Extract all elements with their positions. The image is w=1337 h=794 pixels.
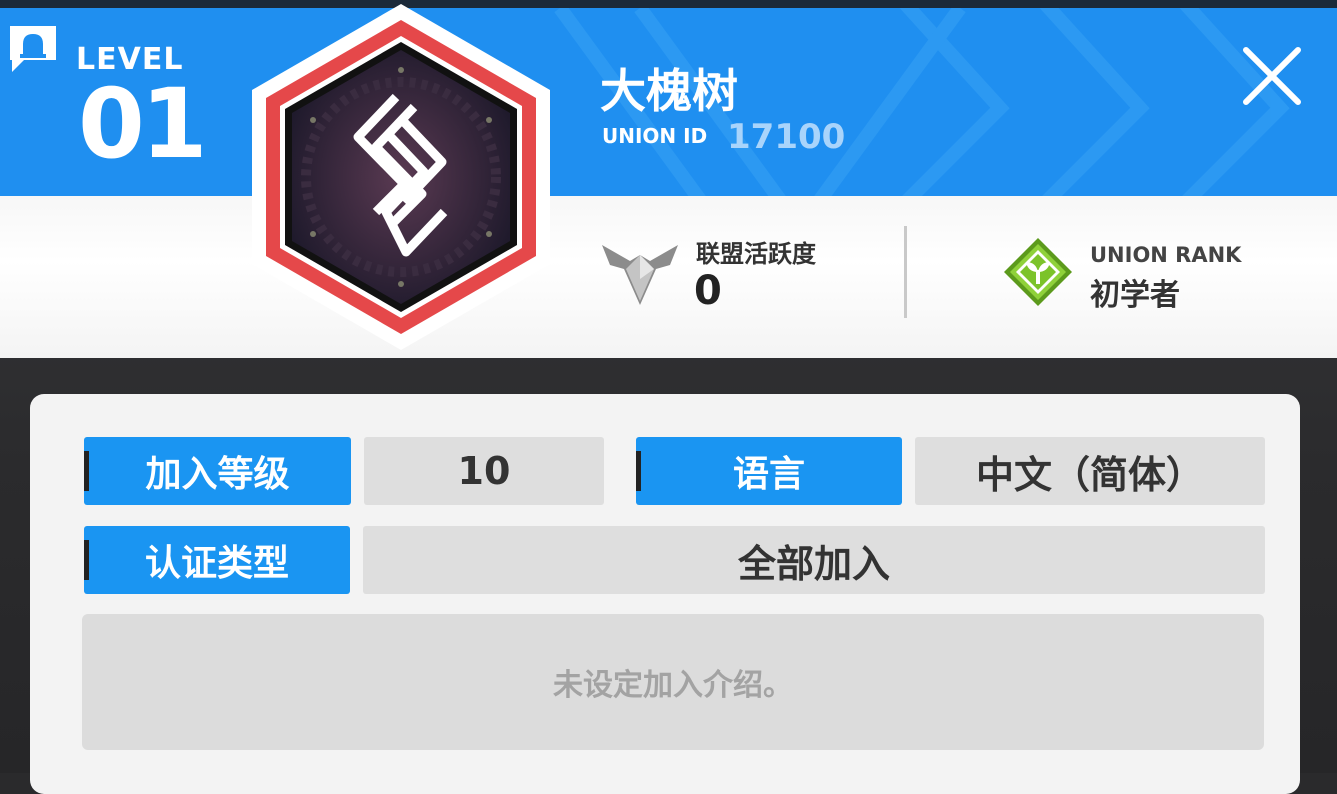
- union-id-label: UNION ID: [602, 124, 708, 148]
- notice-icon[interactable]: [8, 24, 58, 74]
- language-value: 中文（简体）: [915, 437, 1265, 505]
- activity-wings-icon: [602, 245, 678, 305]
- union-rank-label: UNION RANK: [1090, 243, 1242, 267]
- rank-sprout-icon: [1004, 238, 1072, 306]
- activity-value: 0: [694, 268, 722, 314]
- language-label: 语言: [636, 437, 902, 505]
- stats-divider: [904, 226, 907, 318]
- union-rank-value: 初学者: [1090, 278, 1180, 313]
- join-level-label: 加入等级: [84, 437, 351, 505]
- auth-type-label: 认证类型: [84, 526, 350, 594]
- join-intro-text: 未设定加入介绍。: [82, 614, 1264, 750]
- auth-type-value: 全部加入: [363, 526, 1265, 594]
- join-level-value: 10: [364, 437, 604, 505]
- close-icon[interactable]: [1236, 40, 1308, 112]
- level-value: 01: [78, 68, 208, 180]
- union-id-value: 17100: [727, 117, 846, 157]
- activity-label: 联盟活跃度: [696, 240, 816, 268]
- union-name: 大槐树: [600, 64, 738, 118]
- union-emblem-icon[interactable]: [246, 2, 556, 352]
